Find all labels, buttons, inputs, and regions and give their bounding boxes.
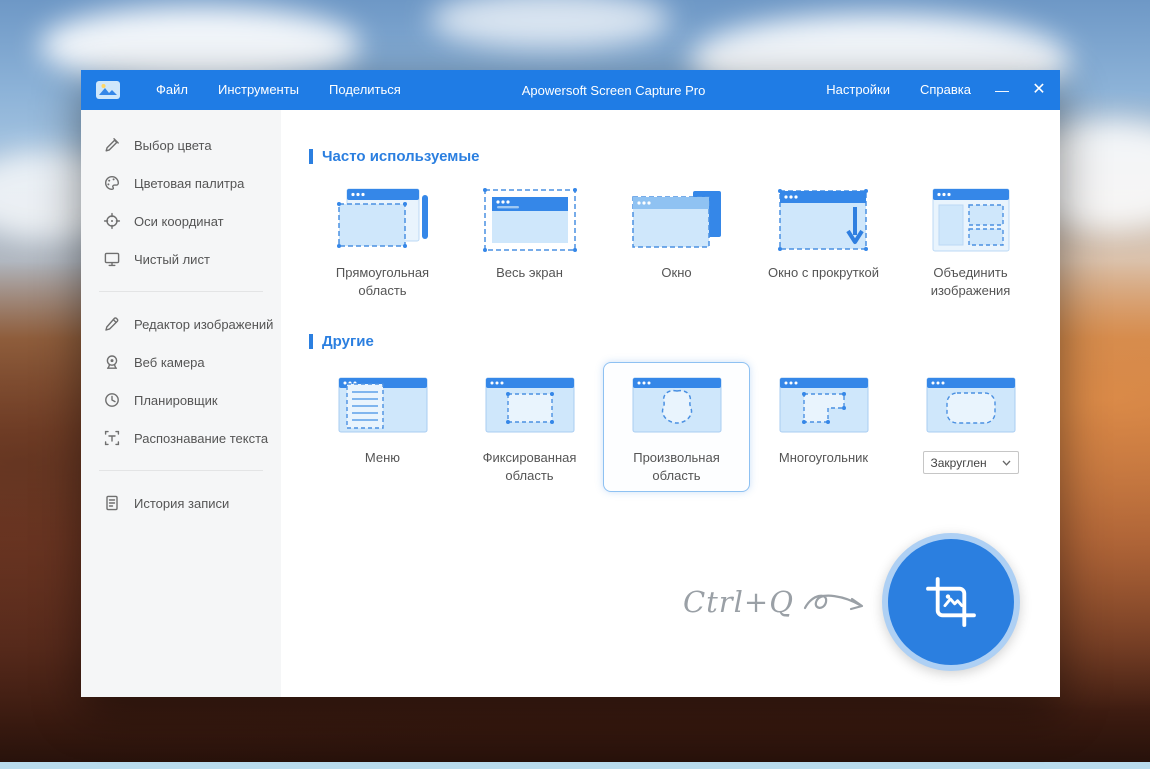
- other-tiles: Меню Фиксированная область: [309, 362, 1060, 492]
- sidebar-item-label: Редактор изображений: [134, 317, 273, 332]
- monitor-icon: [103, 250, 121, 268]
- section-accent-bar: [309, 149, 313, 164]
- fixed-area-icon: [482, 372, 578, 438]
- sidebar-item-label: История записи: [134, 496, 229, 511]
- menu-share[interactable]: Поделиться: [314, 70, 416, 110]
- sidebar-item-label: Веб камера: [134, 355, 205, 370]
- menu-settings[interactable]: Настройки: [811, 70, 905, 110]
- section-accent-bar: [309, 334, 313, 349]
- clock-icon: [103, 391, 121, 409]
- tile-fixed-area[interactable]: Фиксированная область: [456, 362, 603, 492]
- tile-label: Окно с прокруткой: [768, 264, 879, 300]
- window-icon: [629, 187, 725, 253]
- corner-style-select[interactable]: Закруглен: [923, 451, 1019, 474]
- menu-file[interactable]: Файл: [141, 70, 203, 110]
- crosshair-icon: [103, 212, 121, 230]
- menu-tools[interactable]: Инструменты: [203, 70, 314, 110]
- capture-shortcut-label: Ctrl+Q: [683, 585, 794, 619]
- tile-freeform-area[interactable]: Произвольная область: [603, 362, 750, 492]
- tile-label: Фиксированная область: [466, 449, 594, 485]
- sidebar-item-blank-sheet[interactable]: Чистый лист: [81, 240, 281, 278]
- sidebar-item-ocr[interactable]: Распознавание текста: [81, 419, 281, 457]
- full-screen-icon: [482, 187, 578, 253]
- tile-label: Окно: [661, 264, 691, 300]
- rounded-area-icon: [923, 372, 1019, 438]
- tile-label: Произвольная область: [613, 449, 741, 485]
- capture-area: Ctrl+Q: [683, 533, 1020, 671]
- sidebar: Выбор цвета Цветовая палитра: [81, 110, 281, 697]
- app-logo-icon: [95, 80, 121, 100]
- sidebar-item-label: Выбор цвета: [134, 138, 212, 153]
- desktop-bottom-strip: [0, 762, 1150, 769]
- main-panel: Часто используемые: [281, 110, 1060, 697]
- tile-label: Весь экран: [496, 264, 563, 300]
- tile-label: Многоугольник: [779, 449, 868, 485]
- menu-capture-icon: [335, 372, 431, 438]
- sidebar-divider: [99, 291, 263, 292]
- tile-label: Меню: [365, 449, 400, 485]
- sidebar-item-image-editor[interactable]: Редактор изображений: [81, 305, 281, 343]
- pencil-icon: [103, 315, 121, 333]
- close-button[interactable]: ✕: [1018, 70, 1060, 110]
- minimize-button[interactable]: —: [986, 70, 1018, 110]
- sidebar-item-scheduler[interactable]: Планировщик: [81, 381, 281, 419]
- tile-window[interactable]: Окно: [603, 177, 750, 307]
- freeform-area-icon: [629, 372, 725, 438]
- rectangular-area-icon: [335, 187, 431, 253]
- chevron-down-icon: [1002, 460, 1011, 466]
- sidebar-item-record-history[interactable]: История записи: [81, 484, 281, 522]
- tile-rounded-area[interactable]: Закруглен: [897, 362, 1044, 492]
- sidebar-item-label: Распознавание текста: [134, 431, 268, 446]
- section-others: Другие: [309, 333, 1060, 350]
- curly-arrow-icon: [802, 590, 874, 624]
- section-frequently-used: Часто используемые: [309, 148, 1060, 165]
- sidebar-item-palette[interactable]: Цветовая палитра: [81, 164, 281, 202]
- tile-polygon[interactable]: Многоугольник: [750, 362, 897, 492]
- scrolling-window-icon: [776, 187, 872, 253]
- sidebar-item-color-picker[interactable]: Выбор цвета: [81, 126, 281, 164]
- capture-button[interactable]: [882, 533, 1020, 671]
- history-icon: [103, 494, 121, 512]
- tile-merge-images[interactable]: Объединить изображения: [897, 177, 1044, 307]
- webcam-icon: [103, 353, 121, 371]
- crop-capture-icon: [922, 573, 980, 631]
- cloud: [430, 0, 670, 50]
- tile-label: Объединить изображения: [907, 264, 1035, 300]
- polygon-icon: [776, 372, 872, 438]
- sidebar-item-axes[interactable]: Оси координат: [81, 202, 281, 240]
- ocr-icon: [103, 429, 121, 447]
- tile-menu[interactable]: Меню: [309, 362, 456, 492]
- sidebar-item-webcam[interactable]: Веб камера: [81, 343, 281, 381]
- sidebar-item-label: Оси координат: [134, 214, 224, 229]
- tile-label: Прямоугольная область: [319, 264, 447, 300]
- palette-icon: [103, 174, 121, 192]
- menu-help[interactable]: Справка: [905, 70, 986, 110]
- merge-images-icon: [923, 187, 1019, 253]
- frequently-used-tiles: Прямоугольная область: [309, 177, 1060, 307]
- sidebar-item-label: Планировщик: [134, 393, 218, 408]
- sidebar-item-label: Цветовая палитра: [134, 176, 244, 191]
- tile-rectangular-area[interactable]: Прямоугольная область: [309, 177, 456, 307]
- corner-style-value: Закруглен: [931, 456, 987, 470]
- sidebar-item-label: Чистый лист: [134, 252, 210, 267]
- section-title-text: Другие: [322, 333, 374, 350]
- tile-full-screen[interactable]: Весь экран: [456, 177, 603, 307]
- tile-scrolling-window[interactable]: Окно с прокруткой: [750, 177, 897, 307]
- section-title-text: Часто используемые: [322, 148, 480, 165]
- titlebar[interactable]: Файл Инструменты Поделиться Apowersoft S…: [81, 70, 1060, 110]
- window-title: Apowersoft Screen Capture Pro: [416, 83, 811, 98]
- sidebar-divider: [99, 470, 263, 471]
- app-window: Файл Инструменты Поделиться Apowersoft S…: [81, 70, 1060, 697]
- color-picker-icon: [103, 136, 121, 154]
